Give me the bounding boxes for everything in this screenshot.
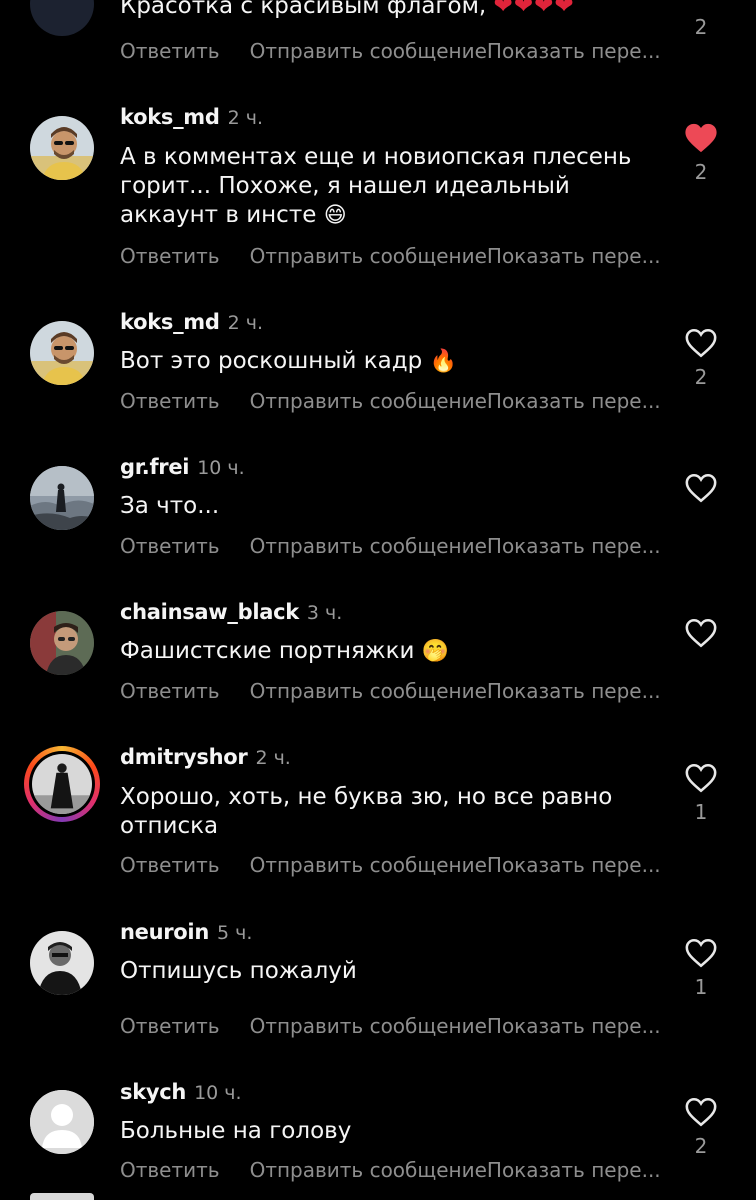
comment-actions: Ответить Отправить сообщениеПоказать пере… — [120, 389, 661, 413]
show-translation-button[interactable]: Показать пере... — [487, 1014, 661, 1038]
wanderer-above-fog-avatar[interactable] — [30, 466, 94, 530]
comment-text: Больные на голову — [120, 1118, 352, 1144]
comment-text: Отпишусь пожалуй — [120, 958, 357, 984]
like-count: 1 — [694, 800, 708, 824]
comment-actions: Ответить Отправить сообщениеПоказать пере… — [120, 1014, 661, 1038]
send-message-button[interactable]: Отправить сообщение — [250, 389, 487, 413]
comment-actions: Ответить Отправить сообщениеПоказать пере… — [120, 39, 661, 63]
comment-time: 10 ч. — [194, 1082, 242, 1104]
man-in-coat-story-avatar — [32, 754, 92, 814]
heart-outline-icon[interactable] — [684, 1096, 718, 1128]
user-avatar[interactable] — [30, 0, 94, 36]
like-count: 2 — [694, 160, 708, 184]
heart-outline-icon[interactable] — [684, 762, 718, 794]
heart-filled-icon[interactable] — [684, 122, 718, 154]
comment-actions: Ответить Отправить сообщениеПоказать пере… — [120, 534, 661, 558]
comment-text: За что... — [120, 493, 220, 519]
send-message-button[interactable]: Отправить сообщение — [250, 1158, 487, 1182]
comment-actions: Ответить Отправить сообщениеПоказать пере… — [120, 244, 661, 268]
send-message-button[interactable]: Отправить сообщение — [250, 1014, 487, 1038]
like-count: 2 — [694, 15, 708, 39]
default-user-avatar[interactable] — [30, 1090, 94, 1154]
username-link[interactable]: koks_md — [120, 105, 220, 129]
comment-actions: Ответить Отправить сообщениеПоказать пере… — [120, 679, 661, 703]
comment-header: koks_md 2 ч. — [120, 310, 263, 334]
red-hearts-emoji: ❤❤❤❤ — [493, 0, 575, 19]
username-link[interactable]: koks_md — [120, 310, 220, 334]
reply-button[interactable]: Ответить — [120, 1014, 220, 1038]
show-translation-button[interactable]: Показать пере... — [487, 853, 661, 877]
like-count: 2 — [694, 365, 708, 389]
like-count: 1 — [694, 975, 708, 999]
hand-over-mouth-emoji: 🤭 — [421, 639, 450, 664]
comment-text: Фашистские портняжки 🤭 — [120, 638, 450, 664]
comment-time: 2 ч. — [227, 312, 264, 334]
comment-header: koks_md 2 ч. — [120, 105, 263, 129]
comment-text: Вот это роскошный кадр 🔥 — [120, 348, 457, 374]
heart-outline-icon[interactable] — [684, 937, 718, 969]
reply-button[interactable]: Ответить — [120, 679, 220, 703]
comment-header: skych 10 ч. — [120, 1080, 242, 1104]
send-message-button[interactable]: Отправить сообщение — [250, 853, 487, 877]
reply-button[interactable]: Ответить — [120, 853, 220, 877]
comment-header: gr.frei 10 ч. — [120, 455, 245, 479]
show-translation-button[interactable]: Показать пере... — [487, 244, 661, 268]
fire-emoji: 🔥 — [429, 349, 457, 374]
show-translation-button[interactable]: Показать пере... — [487, 39, 661, 63]
story-ring-avatar[interactable] — [24, 746, 100, 822]
show-translation-button[interactable]: Показать пере... — [487, 389, 661, 413]
comment-time: 2 ч. — [255, 747, 291, 769]
comment-actions: Ответить Отправить сообщениеПоказать пере… — [120, 853, 661, 877]
like-count: 2 — [694, 1134, 708, 1158]
comment-header: dmitryshor 2 ч. — [120, 745, 291, 769]
username-link[interactable]: skych — [120, 1080, 186, 1104]
send-message-button[interactable]: Отправить сообщение — [250, 679, 487, 703]
reply-button[interactable]: Ответить — [120, 39, 220, 63]
comment-header: neuroin 5 ч. — [120, 920, 252, 944]
comment-time: 3 ч. — [306, 602, 343, 624]
bw-portrait-avatar[interactable] — [30, 931, 94, 995]
next-comment-avatar[interactable] — [30, 1193, 94, 1200]
send-message-button[interactable]: Отправить сообщение — [250, 244, 487, 268]
man-with-sunglasses-avatar[interactable] — [30, 321, 94, 385]
send-message-button[interactable]: Отправить сообщение — [250, 534, 487, 558]
show-translation-button[interactable]: Показать пере... — [487, 1158, 661, 1182]
comment-actions: Ответить Отправить сообщениеПоказать пере… — [120, 1158, 661, 1182]
heart-outline-icon[interactable] — [684, 327, 718, 359]
show-translation-button[interactable]: Показать пере... — [487, 679, 661, 703]
username-link[interactable]: chainsaw_black — [120, 600, 299, 624]
reply-button[interactable]: Ответить — [120, 1158, 220, 1182]
man-with-glasses-avatar[interactable] — [30, 611, 94, 675]
reply-button[interactable]: Ответить — [120, 389, 220, 413]
show-translation-button[interactable]: Показать пере... — [487, 534, 661, 558]
reply-button[interactable]: Ответить — [120, 534, 220, 558]
send-message-button[interactable]: Отправить сообщение — [250, 39, 487, 63]
man-with-sunglasses-avatar[interactable] — [30, 116, 94, 180]
username-link[interactable]: neuroin — [120, 920, 209, 944]
reply-button[interactable]: Ответить — [120, 244, 220, 268]
heart-outline-icon[interactable] — [684, 617, 718, 649]
comment-time: 10 ч. — [197, 457, 245, 479]
username-link[interactable]: gr.frei — [120, 455, 190, 479]
grinning-face-emoji: 😄 — [323, 203, 347, 228]
comment-text: А в комментах еще и новиопская плесень г… — [120, 144, 632, 228]
heart-outline-icon[interactable] — [684, 472, 718, 504]
comment-time: 2 ч. — [227, 107, 264, 129]
comment-header: chainsaw_black 3 ч. — [120, 600, 342, 624]
comment-text: Красотка с красивым флагом, ❤❤❤❤ — [120, 0, 660, 21]
comment-time: 5 ч. — [216, 922, 253, 944]
username-link[interactable]: dmitryshor — [120, 745, 248, 769]
comment-text: Хорошо, хоть, не буква зю, но все равно … — [120, 784, 613, 839]
